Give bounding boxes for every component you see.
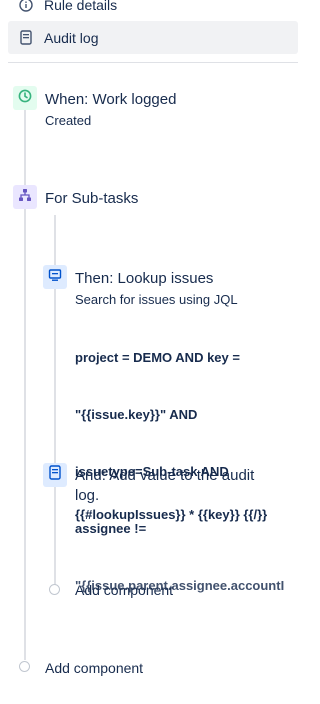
hierarchy-icon (18, 188, 32, 207)
audit-badge (43, 463, 67, 487)
document-icon (18, 30, 34, 46)
lookup-title[interactable]: Then: Lookup issues (75, 269, 213, 289)
jql-line-2: "{{issue.key}}" AND (75, 407, 198, 422)
trigger-badge (13, 86, 37, 110)
nav-audit-log-label: Audit log (44, 29, 99, 46)
audit-title-line-2: log. (75, 487, 100, 504)
clock-icon (18, 89, 32, 108)
nav-rule-details[interactable]: Rule details (8, 0, 298, 21)
rule-editor-panel: Rule details Audit log When: Work logged… (0, 0, 317, 704)
audit-value: {{#lookupIssues}} * {{key}} {{/}} (75, 507, 268, 522)
add-component-inner[interactable]: Add component (75, 582, 173, 598)
nav-rule-details-label: Rule details (44, 0, 118, 13)
trigger-subtitle: Created (45, 113, 92, 128)
audit-title[interactable]: And: Add value to the audit log. (75, 466, 254, 506)
lookup-jql: project = DEMO AND key = "{{issue.key}}"… (75, 310, 305, 614)
add-component-outer-dot (19, 661, 30, 672)
lookup-subtitle: Search for issues using JQL (75, 292, 238, 307)
document-icon (49, 465, 61, 485)
monitor-icon (48, 268, 62, 287)
info-icon (18, 0, 34, 13)
branch-badge (13, 185, 37, 209)
add-component-inner-dot (49, 584, 60, 595)
nav-divider (8, 62, 298, 63)
nav-audit-log[interactable]: Audit log (8, 21, 298, 54)
branch-title[interactable]: For Sub-tasks (45, 189, 138, 209)
jql-line-1: project = DEMO AND key = (75, 350, 240, 365)
audit-title-line-1: And: Add value to the audit (75, 467, 255, 484)
trigger-title[interactable]: When: Work logged (45, 90, 176, 110)
add-component-outer[interactable]: Add component (45, 660, 143, 676)
lookup-badge (43, 265, 67, 289)
